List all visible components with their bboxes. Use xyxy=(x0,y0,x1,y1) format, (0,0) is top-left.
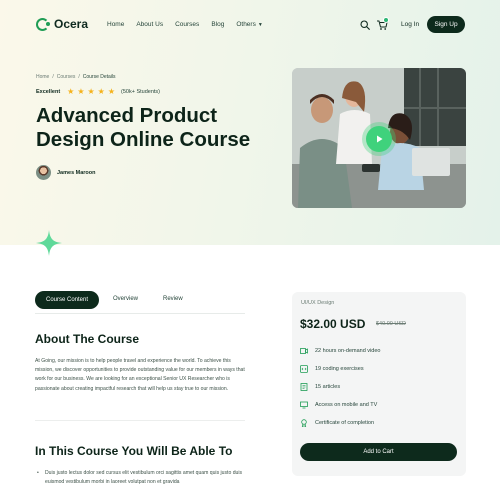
device-icon xyxy=(300,401,308,409)
feature-item: 22 hours on-demand video xyxy=(300,347,380,355)
page-title: Advanced Product Design Online Course xyxy=(36,104,251,151)
avatar xyxy=(36,165,51,180)
logo[interactable]: Ocera xyxy=(36,17,88,31)
tab-overview[interactable]: Overview xyxy=(113,296,138,302)
rating-count: (50k+ Students) xyxy=(121,89,160,95)
rating-label: Excellent xyxy=(36,89,61,95)
signup-button[interactable]: Sign Up xyxy=(427,16,465,33)
feature-label: 22 hours on-demand video xyxy=(315,348,381,354)
breadcrumb-courses[interactable]: Courses xyxy=(57,74,76,80)
feature-item: Certificate of completion xyxy=(300,419,374,427)
about-text: At Going, our mission is to help people … xyxy=(35,358,245,392)
article-icon xyxy=(300,383,308,391)
breadcrumb-separator: / xyxy=(78,74,80,80)
rating: Excellent ★ ★ ★ ★ ★ (50k+ Students) xyxy=(36,88,160,96)
nav-home[interactable]: Home xyxy=(107,21,124,28)
logo-text: Ocera xyxy=(54,17,89,31)
breadcrumb-separator: / xyxy=(52,74,54,80)
nav-blog[interactable]: Blog xyxy=(211,21,224,28)
course-category: UI/UX Design xyxy=(301,300,335,306)
breadcrumb-home[interactable]: Home xyxy=(36,74,49,80)
add-to-cart-button[interactable]: Add to Cart xyxy=(300,443,457,461)
star-icon: ★ xyxy=(87,87,95,96)
nav-courses[interactable]: Courses xyxy=(175,21,199,28)
breadcrumb: Home / Courses / Course Details xyxy=(36,74,116,80)
feature-item: Access on mobile and TV xyxy=(300,401,377,409)
course-price: $32.00 USD xyxy=(300,317,366,331)
feature-item: 15 articles xyxy=(300,383,340,391)
chevron-down-icon: ▼ xyxy=(257,22,263,28)
star-icon: ★ xyxy=(67,87,75,96)
search-icon[interactable] xyxy=(360,20,370,30)
tab-divider xyxy=(35,313,245,314)
nav-others-label: Others xyxy=(236,21,256,28)
author-name: James Maroon xyxy=(57,169,96,176)
about-heading: About The Course xyxy=(35,332,139,346)
certificate-icon xyxy=(301,419,307,427)
tab-course-content[interactable]: Course Content xyxy=(35,291,99,309)
learn-bullet: Duis justo lectus dolor sed cursus elit … xyxy=(37,469,249,484)
cart-badge xyxy=(383,17,389,23)
breadcrumb-current: Course Details xyxy=(82,74,116,80)
login-link[interactable]: Log In xyxy=(401,21,419,28)
tab-review[interactable]: Review xyxy=(163,296,183,302)
star-icon: ★ xyxy=(107,87,116,96)
code-icon xyxy=(300,365,308,373)
play-button[interactable] xyxy=(366,126,392,152)
nav-about-us[interactable]: About Us xyxy=(136,21,163,28)
video-icon xyxy=(300,348,308,354)
logo-icon xyxy=(36,17,50,31)
feature-item: 19 coding exercises xyxy=(300,365,364,373)
course-old-price: $40.00 USD xyxy=(376,321,406,327)
sparkle-icon xyxy=(36,230,62,256)
section-divider xyxy=(35,420,245,421)
learn-heading: In This Course You Will Be Able To xyxy=(35,444,233,458)
author[interactable]: James Maroon xyxy=(36,165,96,180)
feature-label: Access on mobile and TV xyxy=(315,402,378,408)
play-icon xyxy=(377,135,383,143)
feature-label: 15 articles xyxy=(315,384,341,390)
feature-label: 19 coding exercises xyxy=(315,366,364,372)
main-nav: Home About Us Courses Blog Others ▼ xyxy=(107,21,263,28)
star-icon: ★ xyxy=(77,87,85,96)
feature-label: Certificate of completion xyxy=(315,420,374,426)
star-icon: ★ xyxy=(97,87,105,96)
nav-others[interactable]: Others ▼ xyxy=(236,21,262,28)
